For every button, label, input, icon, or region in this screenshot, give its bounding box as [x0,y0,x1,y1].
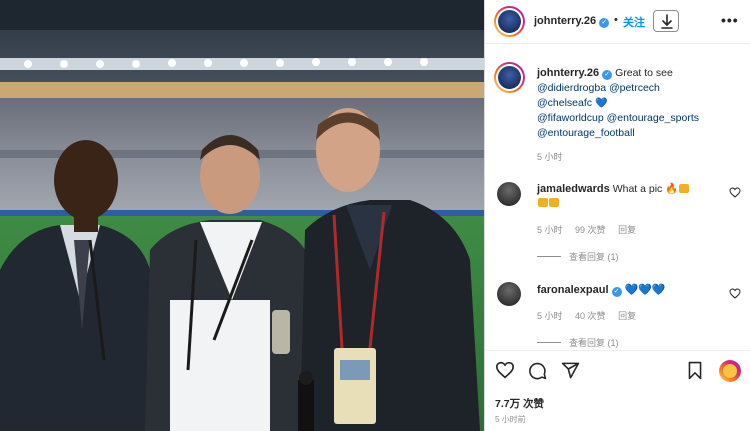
post-actions-bar: 7.7万 次赞 5 小时前 [485,350,750,431]
likes-count[interactable]: 7.7万 次赞 [495,396,544,411]
comment-text: jamaledwards What a pic 🔥 [537,182,717,210]
caption-timestamp: 5 小时 [537,152,563,162]
download-icon [661,14,673,29]
view-replies-button[interactable]: 查看回复 (1) [537,336,619,349]
post-photo[interactable] [0,0,484,431]
comment-username[interactable]: jamaledwards [537,183,610,195]
emoji-icon [538,198,548,207]
caption-text: Great to see [615,67,673,79]
verified-badge-icon: ✓ [599,18,610,28]
comment-reply-button[interactable]: 回复 [618,225,636,235]
author-username[interactable]: johnterry.26 ✓ [534,15,610,28]
bookmark-icon[interactable] [687,361,703,380]
share-icon[interactable] [561,361,580,380]
reels-emoji-avatar-icon[interactable] [719,360,741,382]
comment-meta: 5 小时 40 次赞 回复 [537,309,646,322]
verified-badge-icon: ✓ [611,287,622,297]
comment-reply-button[interactable]: 回复 [618,311,636,321]
caption-mentions-line-1[interactable]: @didierdrogba @petrcech [537,82,660,94]
caption-username[interactable]: johnterry.26 ✓ [537,67,613,80]
comment-meta: 5 小时 99 次赞 回复 [537,223,646,236]
post-timestamp: 5 小时前 [495,415,526,424]
blue-heart-icon: 💙💙💙 [624,284,666,296]
fire-emoji-icon: 🔥 [665,183,679,195]
blue-heart-icon: 💙 [594,97,608,109]
header-separator: • [614,14,618,26]
photo-image [0,0,484,431]
comment-like-heart-icon[interactable] [729,187,741,198]
verified-badge-icon: ✓ [602,70,613,80]
post-side-panel: johnterry.26 ✓ • 关注 ••• johnterry.26 ✓ Gre… [484,0,750,431]
view-replies-button[interactable]: 查看回复 (1) [537,250,619,263]
comment-avatar[interactable] [497,182,521,206]
heart-icon[interactable] [495,361,515,379]
comment-like-count[interactable]: 99 次赞 [575,225,606,235]
comment-timestamp: 5 小时 [537,311,563,321]
comment-icon[interactable] [528,361,547,380]
comment-text: faronalexpaul ✓ 💙💙💙 [537,283,717,297]
caption-mentions-line-2[interactable]: @chelseafc [537,97,592,109]
comment-avatar[interactable] [497,282,521,306]
post-caption: johnterry.26 ✓ Great to see @didierdrogba… [537,66,742,141]
comment-username[interactable]: faronalexpaul [537,284,609,296]
author-avatar[interactable] [494,6,525,37]
comment-like-heart-icon[interactable] [729,288,741,299]
caption-mentions-line-4[interactable]: @entourage_football [537,127,635,139]
caption-mentions-line-3[interactable]: @fifaworldcup @entourage_sports [537,112,699,124]
follow-button[interactable]: 关注 [623,14,645,30]
emoji-icon [679,184,690,193]
emoji-icon [549,198,559,207]
comment-timestamp: 5 小时 [537,225,563,235]
comment-like-count[interactable]: 40 次赞 [575,311,606,321]
caption-author-avatar[interactable] [494,62,525,93]
download-button[interactable] [653,10,679,32]
post-header: johnterry.26 ✓ • 关注 ••• [485,0,750,44]
more-options-icon[interactable]: ••• [721,12,739,28]
